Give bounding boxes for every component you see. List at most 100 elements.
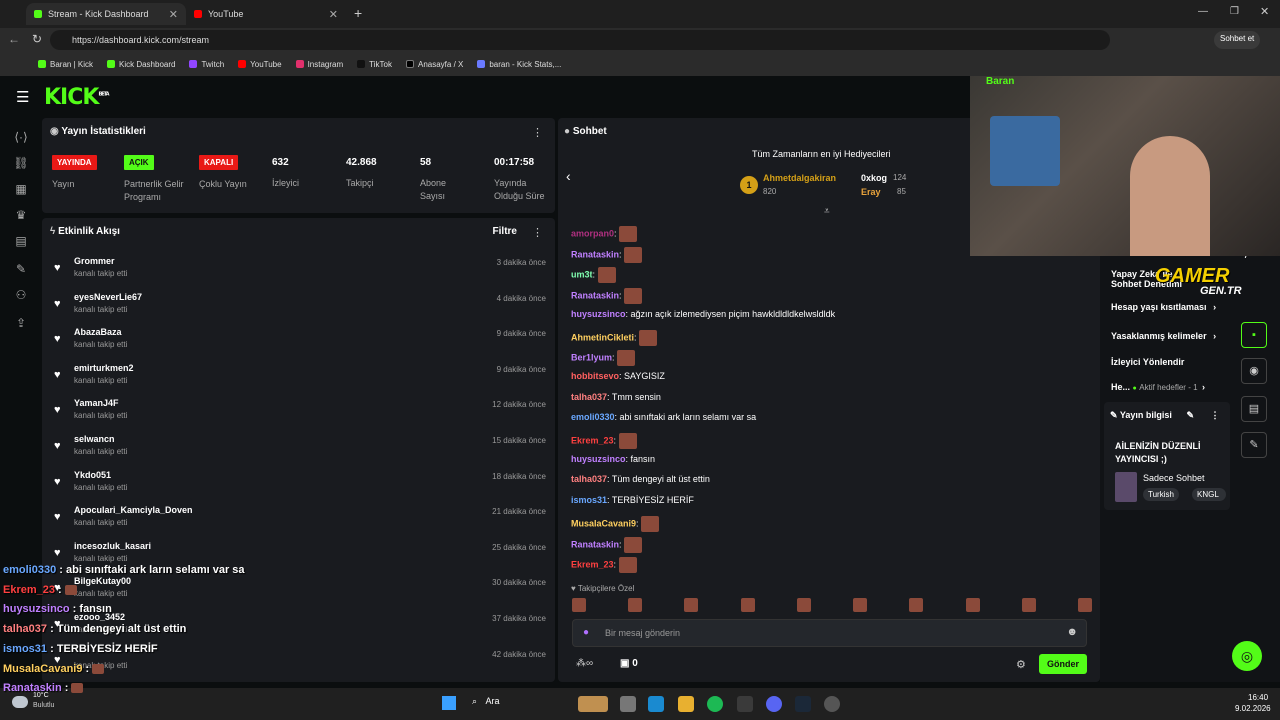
chat-username[interactable]: Ber1lyum	[571, 353, 612, 363]
gifter-name[interactable]: Ahmetdalgakiran	[763, 173, 836, 183]
chat-username[interactable]: hobbitsevo	[571, 371, 619, 381]
library-icon[interactable]: ▤	[12, 234, 30, 252]
tab-kick-dashboard[interactable]: Stream - Kick Dashboard ✕	[26, 3, 186, 25]
stream-icon[interactable]: ⟨·⟩	[12, 130, 30, 148]
chat-username[interactable]: emoli0330	[571, 412, 615, 422]
chat-username[interactable]: huysuzsinco	[571, 309, 626, 319]
wrench-icon[interactable]: ✎	[12, 262, 30, 280]
activity-username[interactable]: YamanJ4F	[74, 398, 119, 408]
activity-username[interactable]: incesozluk_kasari	[74, 541, 151, 551]
close-tab-icon[interactable]: ✕	[329, 8, 338, 21]
help-icon[interactable]: ◎	[1232, 641, 1262, 671]
chat-username[interactable]: ismos31	[571, 495, 607, 505]
close-tab-icon[interactable]: ✕	[169, 8, 178, 21]
activity-username[interactable]: eyesNeverLie67	[74, 292, 142, 302]
steam-icon[interactable]	[795, 696, 811, 712]
analytics-icon[interactable]: ▦	[12, 182, 30, 200]
chrome-icon[interactable]	[824, 696, 840, 712]
kick-logo[interactable]: KICKBETA	[44, 85, 110, 110]
broadcast-icon[interactable]: ◉	[1241, 358, 1267, 384]
back-icon[interactable]: ←	[8, 32, 20, 46]
emote[interactable]	[572, 598, 586, 612]
category-name[interactable]: Sadece Sohbet	[1143, 473, 1205, 483]
banned-words-item[interactable]: Yasaklanmış kelimeler ›	[1111, 331, 1216, 341]
copilot-button[interactable]: Sohbet et	[1214, 31, 1261, 49]
users-icon[interactable]: ⚇	[12, 288, 30, 306]
bookmark-item[interactable]: baran - Kick Stats,...	[477, 60, 561, 69]
bookmark-item[interactable]: Twitch	[189, 60, 224, 69]
gifter-name[interactable]: 0xkog	[861, 173, 887, 183]
windows-start-icon[interactable]	[442, 696, 456, 710]
discord-icon[interactable]	[766, 696, 782, 712]
bookmark-item[interactable]: Anasayfa / X	[405, 60, 463, 69]
emote[interactable]	[1021, 598, 1036, 612]
category-thumbnail[interactable]	[1115, 472, 1137, 502]
explorer-icon[interactable]	[678, 696, 694, 712]
maximize-icon[interactable]: ❐	[1230, 6, 1239, 17]
chat-username[interactable]: talha037	[571, 392, 607, 402]
task-view-icon[interactable]	[620, 696, 636, 712]
bookmark-item[interactable]: YouTube	[238, 60, 282, 69]
chat-username[interactable]: AhmetinCikleti	[571, 332, 634, 342]
chat-username[interactable]: amorpan0	[571, 228, 614, 238]
filter-button[interactable]: Filtre	[493, 226, 517, 237]
tab-youtube[interactable]: YouTube ✕	[186, 3, 346, 25]
chat-username[interactable]: talha037	[571, 474, 607, 484]
tag[interactable]: KNGL	[1192, 488, 1226, 501]
activity-username[interactable]: emirturkmen2	[74, 363, 134, 373]
emoji-icon[interactable]: ☻	[1066, 626, 1078, 638]
more-icon[interactable]: ⋮	[532, 126, 543, 139]
edge-icon[interactable]	[648, 696, 664, 712]
app-icon[interactable]	[737, 696, 753, 712]
chat-username[interactable]: Ekrem_23	[571, 435, 614, 445]
activity-username[interactable]: selwancn	[74, 434, 115, 444]
settings-icon[interactable]: ⚙	[1016, 658, 1026, 671]
bookmark-item[interactable]: Instagram	[295, 60, 343, 69]
new-tab-icon[interactable]: +	[354, 5, 362, 21]
tag[interactable]: Turkish	[1143, 488, 1179, 501]
close-window-icon[interactable]: ✕	[1260, 5, 1269, 18]
chat-username[interactable]: Ekrem_23	[571, 560, 614, 570]
link-icon[interactable]: ⛓	[12, 156, 30, 174]
url-field[interactable]: https://dashboard.kick.com/stream	[50, 30, 1110, 50]
taskbar-search[interactable]: ⌕ Ara	[472, 696, 500, 707]
trophy-icon[interactable]: ♛	[12, 208, 30, 226]
reload-icon[interactable]: ↻	[32, 32, 42, 46]
chat-username[interactable]: MusalaCavani9	[571, 518, 636, 528]
emote[interactable]	[965, 598, 980, 612]
chat-username[interactable]: um3t	[571, 270, 593, 280]
chat-icon[interactable]: ▪	[1241, 322, 1267, 348]
gifter-name[interactable]: Eray	[861, 187, 881, 197]
mic-icon[interactable]: ●	[583, 627, 589, 638]
bookmark-item[interactable]: Baran | Kick	[38, 60, 93, 69]
emote[interactable]	[684, 598, 699, 612]
chat-input[interactable]: ● Bir mesaj gönderin ☻	[572, 619, 1087, 647]
activity-username[interactable]: BilgeKutay00	[74, 576, 131, 586]
chat-username[interactable]: Ranataskin	[571, 539, 619, 549]
activity-username[interactable]: Apoculari_Kamciyla_Doven	[74, 505, 193, 515]
emote[interactable]	[1077, 598, 1092, 612]
emote[interactable]	[740, 598, 755, 612]
back-icon[interactable]: ‹	[566, 168, 571, 184]
collapse-icon[interactable]: ⩡	[824, 206, 830, 217]
emote[interactable]	[853, 598, 868, 612]
account-age-item[interactable]: Hesap yaşı kısıtlaması ›	[1111, 302, 1216, 312]
spotify-icon[interactable]	[707, 696, 723, 712]
tools-icon[interactable]: ✎	[1241, 432, 1267, 458]
activity-username[interactable]: Ykdo051	[74, 470, 111, 480]
activity-username[interactable]: Grommer	[74, 256, 115, 266]
bookmark-item[interactable]: TikTok	[357, 60, 392, 69]
emote[interactable]	[628, 598, 643, 612]
upload-icon[interactable]: ⇪	[12, 316, 30, 334]
bookmark-item[interactable]: Kick Dashboard	[106, 60, 175, 69]
widget-icon[interactable]	[578, 696, 608, 712]
chat-username[interactable]: Ranataskin	[571, 290, 619, 300]
emote[interactable]	[909, 598, 924, 612]
send-button[interactable]: Gönder	[1039, 654, 1087, 674]
layout-icon[interactable]: ▤	[1241, 396, 1267, 422]
chat-username[interactable]: Ranataskin	[571, 249, 619, 259]
channel-points-icon[interactable]: ⁂∞	[576, 658, 593, 669]
minimize-icon[interactable]: —	[1198, 6, 1208, 17]
more-icon[interactable]: ⋮	[532, 226, 543, 239]
chat-username[interactable]: huysuzsinco	[571, 454, 626, 464]
